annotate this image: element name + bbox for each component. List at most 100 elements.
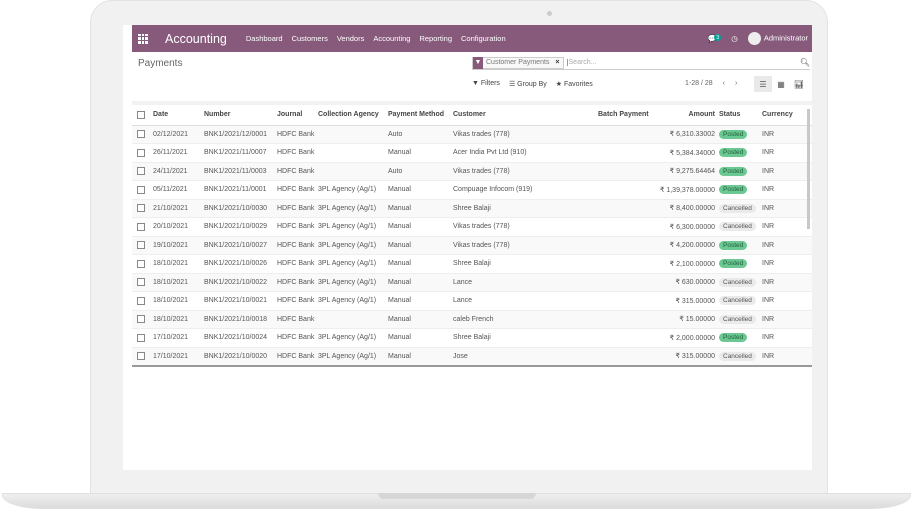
cell-batch-payment [598, 273, 653, 292]
column-header-batch-payment[interactable]: Batch Payment [598, 101, 653, 126]
user-menu[interactable]: Administrator [747, 32, 808, 45]
table-row[interactable]: 26/11/2021 BNK1/2021/11/0007 HDFC Bank Manu… [132, 143, 812, 163]
cell-batch-payment [598, 310, 653, 329]
cell-number: BNK1/2021/10/0024 [204, 328, 277, 348]
cell-amount: ₹ 630.00000 [653, 273, 719, 292]
group-by-button[interactable]: ☰ Group By [509, 80, 547, 88]
cell-journal: HDFC Bank [277, 347, 318, 367]
table-row[interactable]: 19/10/2021 BNK1/2021/10/0027 HDFC Bank 3PL … [132, 236, 812, 255]
column-header-date[interactable]: Date [153, 101, 204, 126]
cell-status: Cancelled [719, 217, 762, 237]
column-header-amount[interactable]: Amount [653, 101, 719, 126]
app-name[interactable]: Accounting [165, 32, 227, 46]
row-checkbox[interactable] [137, 130, 145, 139]
row-checkbox[interactable] [137, 222, 145, 231]
row-checkbox[interactable] [137, 204, 145, 213]
cell-batch-payment [598, 347, 653, 367]
column-header-currency[interactable]: Currency [762, 101, 812, 126]
menu-item-vendors[interactable]: Vendors [337, 34, 365, 43]
view-switcher: ☰ ▦ 📊︎ [754, 76, 808, 92]
cell-payment-method: Manual [388, 217, 453, 237]
cell-payment-method: Auto [388, 125, 453, 144]
row-checkbox[interactable] [137, 241, 145, 250]
row-checkbox[interactable] [137, 333, 145, 342]
status-badge: Posted [719, 333, 748, 343]
page-title[interactable]: Payments [138, 58, 182, 69]
menu-item-customers[interactable]: Customers [292, 34, 328, 43]
status-badge: Posted [719, 185, 748, 195]
search-icon[interactable]: 🔍︎ [800, 58, 810, 67]
activity-clock-icon[interactable]: ◷ [731, 34, 738, 43]
row-checkbox[interactable] [137, 148, 145, 157]
cell-journal: HDFC Bank [277, 291, 318, 311]
table-row[interactable]: 20/10/2021 BNK1/2021/10/0029 HDFC Bank 3PL … [132, 217, 812, 237]
pager-previous-icon[interactable]: ‹ [723, 80, 725, 87]
cell-batch-payment [598, 180, 653, 200]
row-checkbox[interactable] [137, 259, 145, 268]
cell-batch-payment [598, 143, 653, 163]
cell-currency: INR [762, 217, 812, 237]
cell-batch-payment [598, 162, 653, 181]
search-facet: ▼ Customer Payments × [472, 56, 564, 69]
select-all-checkbox[interactable] [137, 110, 145, 119]
row-checkbox[interactable] [137, 296, 145, 305]
cell-payment-method: Manual [388, 310, 453, 329]
cell-currency: INR [762, 291, 812, 311]
table-row[interactable]: 18/10/2021 BNK1/2021/10/0021 HDFC Bank 3PL … [132, 291, 812, 311]
row-checkbox[interactable] [137, 185, 145, 194]
graph-view-icon[interactable]: 📊︎ [790, 76, 808, 92]
column-header-journal[interactable]: Journal [277, 101, 318, 126]
pager: 1-28 / 28 ‹ › [685, 80, 737, 87]
column-header-number[interactable]: Number [204, 101, 277, 126]
menu-item-configuration[interactable]: Configuration [461, 34, 506, 43]
table-row[interactable]: 18/10/2021 BNK1/2021/10/0026 HDFC Bank 3PL … [132, 254, 812, 274]
row-checkbox[interactable] [137, 278, 145, 287]
remove-facet-icon[interactable]: × [552, 59, 562, 66]
cell-currency: INR [762, 273, 812, 292]
table-row[interactable]: 24/11/2021 BNK1/2021/11/0003 HDFC Bank Auto… [132, 162, 812, 181]
cell-payment-method: Auto [388, 162, 453, 181]
row-checkbox[interactable] [137, 315, 145, 324]
menu-item-dashboard[interactable]: Dashboard [246, 34, 283, 43]
cell-customer: Shree Balaji [453, 328, 598, 348]
cell-amount: ₹ 5,384.34000 [653, 143, 719, 163]
apps-grid-icon[interactable] [138, 33, 148, 44]
cell-collection-agency: 3PL Agency (Ag/1) [318, 236, 388, 255]
search-bar[interactable]: ▼ Customer Payments × Search... 🔍︎ [472, 56, 810, 70]
cell-payment-method: Manual [388, 236, 453, 255]
column-header-customer[interactable]: Customer [453, 101, 598, 126]
column-header-collection-agency[interactable]: Collection Agency [318, 101, 388, 126]
scrollbar[interactable] [807, 109, 810, 229]
cell-status: Posted [719, 328, 762, 348]
cell-date: 21/10/2021 [153, 199, 204, 218]
kanban-view-icon[interactable]: ▦ [772, 76, 790, 92]
cell-customer: Shree Balaji [453, 199, 598, 218]
table-row[interactable]: 05/11/2021 BNK1/2021/11/0001 HDFC Bank 3PL … [132, 180, 812, 200]
table-row[interactable]: 17/10/2021 BNK1/2021/10/0024 HDFC Bank 3PL … [132, 328, 812, 348]
cell-number: BNK1/2021/10/0029 [204, 217, 277, 237]
table-row[interactable]: 18/10/2021 BNK1/2021/10/0018 HDFC Bank Manu… [132, 310, 812, 329]
cell-status: Cancelled [719, 273, 762, 292]
cell-journal: HDFC Bank [277, 328, 318, 348]
cell-batch-payment [598, 254, 653, 274]
column-header-status[interactable]: Status [719, 101, 762, 126]
search-input[interactable]: Search... [566, 59, 597, 66]
cell-collection-agency [318, 143, 388, 163]
pager-next-icon[interactable]: › [735, 80, 737, 87]
pager-value[interactable]: 1-28 / 28 [685, 80, 713, 87]
table-row[interactable]: 18/10/2021 BNK1/2021/10/0022 HDFC Bank 3PL … [132, 273, 812, 292]
cell-batch-payment [598, 236, 653, 255]
table-row[interactable]: 02/12/2021 BNK1/2021/12/0001 HDFC Bank Auto… [132, 125, 812, 144]
favorites-button[interactable]: ★ Favorites [556, 80, 593, 88]
table-row[interactable]: 17/10/2021 BNK1/2021/10/0020 HDFC Bank 3PL … [132, 347, 812, 367]
list-view-icon[interactable]: ☰ [754, 76, 772, 92]
menu-item-reporting[interactable]: Reporting [419, 34, 452, 43]
menu-item-accounting[interactable]: Accounting [373, 34, 410, 43]
row-checkbox[interactable] [137, 352, 145, 360]
cell-date: 18/10/2021 [153, 291, 204, 311]
table-row[interactable]: 21/10/2021 BNK1/2021/10/0030 HDFC Bank 3PL … [132, 199, 812, 218]
column-header-payment-method[interactable]: Payment Method [388, 101, 453, 126]
chat-icon[interactable]: 💬3 [708, 34, 722, 43]
filters-button[interactable]: ▼ Filters [472, 80, 500, 88]
row-checkbox[interactable] [137, 167, 145, 176]
